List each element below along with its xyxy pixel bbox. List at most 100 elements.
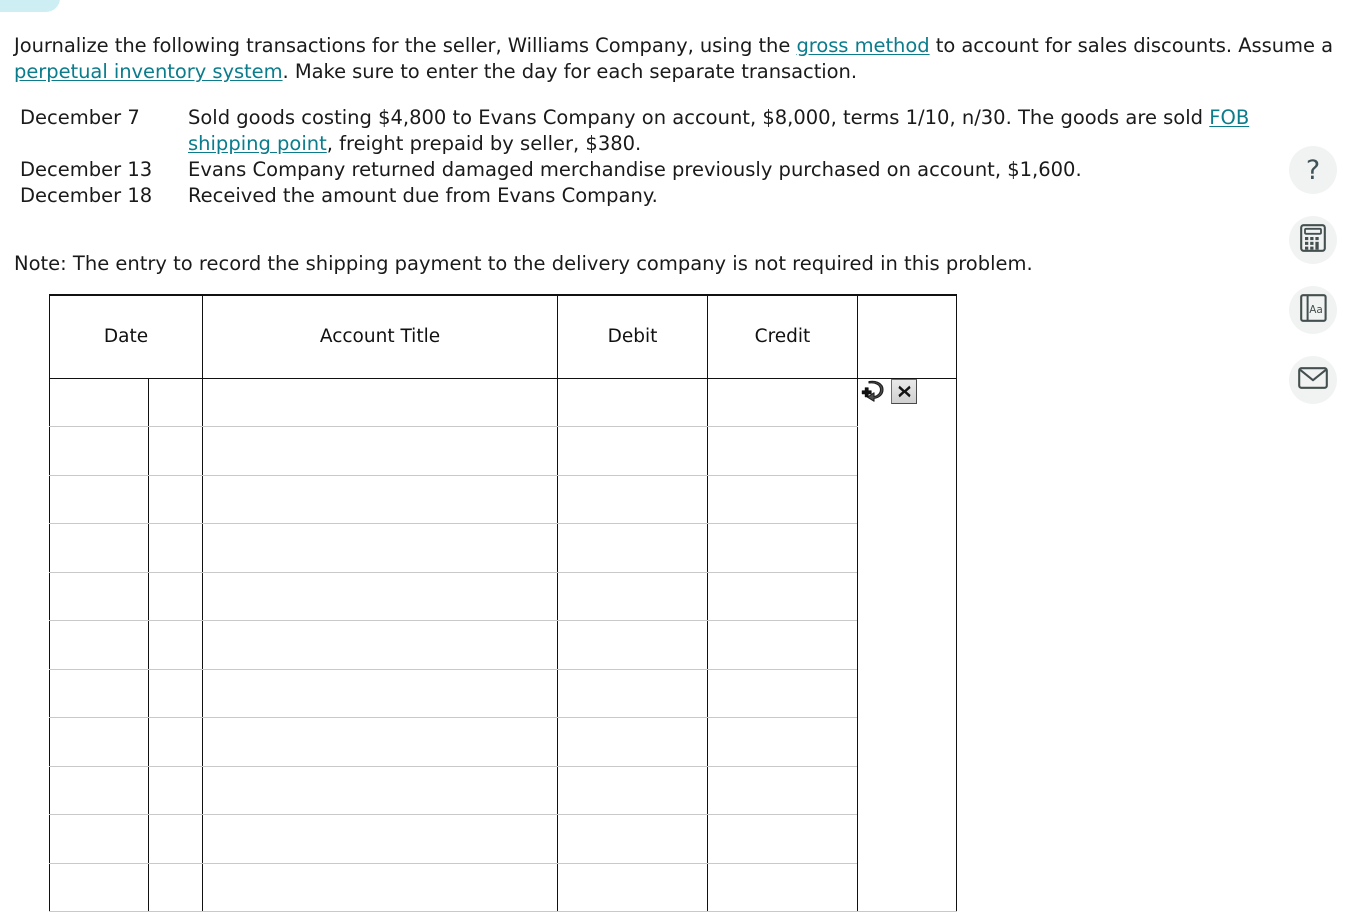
cell-debit[interactable] [557, 717, 708, 767]
cell-date-day[interactable] [148, 717, 203, 767]
cell-debit[interactable] [557, 668, 708, 718]
cell-date-month[interactable] [49, 668, 149, 718]
cell-account-title[interactable] [202, 620, 558, 670]
table-row [49, 765, 957, 815]
cell-date-month[interactable] [49, 620, 149, 670]
mail-icon [1298, 366, 1328, 394]
transaction-description: Evans Company returned damaged merchandi… [188, 158, 1082, 181]
dictionary-icon: Aa [1299, 294, 1327, 326]
table-row [49, 474, 957, 524]
cell-date-day[interactable] [148, 378, 203, 427]
cell-date-day[interactable] [148, 862, 203, 912]
problem-instructions: Journalize the following transactions fo… [0, 20, 1351, 86]
cell-date-month[interactable] [49, 571, 149, 621]
cell-debit[interactable] [557, 426, 708, 476]
table-row [49, 862, 957, 912]
cell-account-title[interactable] [202, 862, 558, 912]
cell-credit[interactable] [707, 571, 858, 621]
cell-date-month[interactable] [49, 862, 149, 912]
cell-credit[interactable] [707, 765, 858, 815]
cell-date-month[interactable] [49, 717, 149, 767]
cell-debit[interactable] [557, 765, 708, 815]
tool-rail: ? Aa [1289, 146, 1337, 404]
cell-account-title[interactable] [202, 814, 558, 864]
cell-account-title[interactable] [202, 378, 558, 427]
cell-date-month[interactable] [49, 814, 149, 864]
column-header-date: Date [49, 294, 203, 379]
cell-account-title[interactable] [202, 571, 558, 621]
table-header-row: Date Account Title Debit Credit [49, 294, 957, 379]
column-header-credit: Credit [707, 294, 858, 379]
perpetual-inventory-system-link[interactable]: perpetual inventory system [14, 60, 283, 83]
cell-credit[interactable] [707, 620, 858, 670]
problem-note: Note: The entry to record the shipping p… [14, 251, 1033, 275]
message-button[interactable] [1289, 356, 1337, 404]
cell-date-month[interactable] [49, 765, 149, 815]
problem-content: Journalize the following transactions fo… [0, 0, 1351, 296]
cell-debit[interactable] [557, 862, 708, 912]
column-header-debit: Debit [557, 294, 708, 379]
cell-account-title[interactable] [202, 668, 558, 718]
instructions-text-part-2: to account for sales discounts. Assume a [929, 33, 1333, 57]
transaction-date: December 18 [20, 184, 153, 207]
table-header: Date Account Title Debit Credit [49, 294, 957, 379]
cell-debit[interactable] [557, 523, 708, 573]
cell-credit[interactable] [707, 426, 858, 476]
cell-date-day[interactable] [148, 620, 203, 670]
gross-method-link[interactable]: gross method [796, 34, 929, 57]
cell-date-day[interactable] [148, 523, 203, 573]
cell-debit[interactable] [557, 378, 708, 427]
column-header-account-title: Account Title [202, 294, 558, 379]
cell-row-actions [857, 378, 957, 912]
help-icon: ? [1305, 154, 1321, 186]
close-icon [897, 385, 911, 397]
cell-date-month[interactable] [49, 523, 149, 573]
cell-account-title[interactable] [202, 717, 558, 767]
cell-debit[interactable] [557, 814, 708, 864]
transaction-row: December 13 Evans Company returned damag… [20, 157, 1339, 183]
table-row [49, 717, 957, 767]
cell-account-title[interactable] [202, 523, 558, 573]
cell-debit[interactable] [557, 620, 708, 670]
transaction-list: December 7 Sold goods costing $4,800 to … [0, 105, 1351, 209]
delete-row-button[interactable] [891, 378, 917, 404]
column-header-actions [857, 294, 957, 379]
cell-date-day[interactable] [148, 571, 203, 621]
help-button[interactable]: ? [1289, 146, 1337, 194]
transaction-description-part-2: , freight prepaid by seller, $380. [326, 132, 642, 155]
cell-date-day[interactable] [148, 814, 203, 864]
cell-debit[interactable] [557, 571, 708, 621]
cell-account-title[interactable] [202, 765, 558, 815]
cell-date-day[interactable] [148, 426, 203, 476]
cell-account-title[interactable] [202, 426, 558, 476]
cell-credit[interactable] [707, 717, 858, 767]
table-body [49, 378, 957, 912]
calculator-icon [1300, 224, 1326, 256]
dictionary-button[interactable]: Aa [1289, 286, 1337, 334]
cell-account-title[interactable] [202, 474, 558, 524]
cell-date-month[interactable] [49, 474, 149, 524]
cell-date-day[interactable] [148, 668, 203, 718]
table-row [49, 814, 957, 864]
transaction-row: December 18 Received the amount due from… [20, 183, 1339, 209]
cell-credit[interactable] [707, 668, 858, 718]
cell-date-month[interactable] [49, 426, 149, 476]
cell-credit[interactable] [707, 378, 858, 427]
cell-credit[interactable] [707, 523, 858, 573]
calculator-button[interactable] [1289, 216, 1337, 264]
cell-credit[interactable] [707, 862, 858, 912]
cell-credit[interactable] [707, 474, 858, 524]
row-action-group [858, 378, 917, 404]
table-row [49, 620, 957, 670]
cell-date-month[interactable] [49, 378, 149, 427]
cell-debit[interactable] [557, 474, 708, 524]
add-row-icon[interactable] [858, 379, 884, 403]
journal-entry-table-wrapper: Date Account Title Debit Credit [49, 294, 957, 912]
instructions-text-part-1: Journalize the following transactions fo… [14, 33, 797, 57]
transaction-date: December 7 [20, 106, 140, 129]
transaction-description: Sold goods costing $4,800 to Evans Compa… [188, 105, 1339, 157]
cell-date-day[interactable] [148, 474, 203, 524]
cell-credit[interactable] [707, 814, 858, 864]
cell-date-day[interactable] [148, 765, 203, 815]
journal-entry-table: Date Account Title Debit Credit [49, 294, 957, 912]
